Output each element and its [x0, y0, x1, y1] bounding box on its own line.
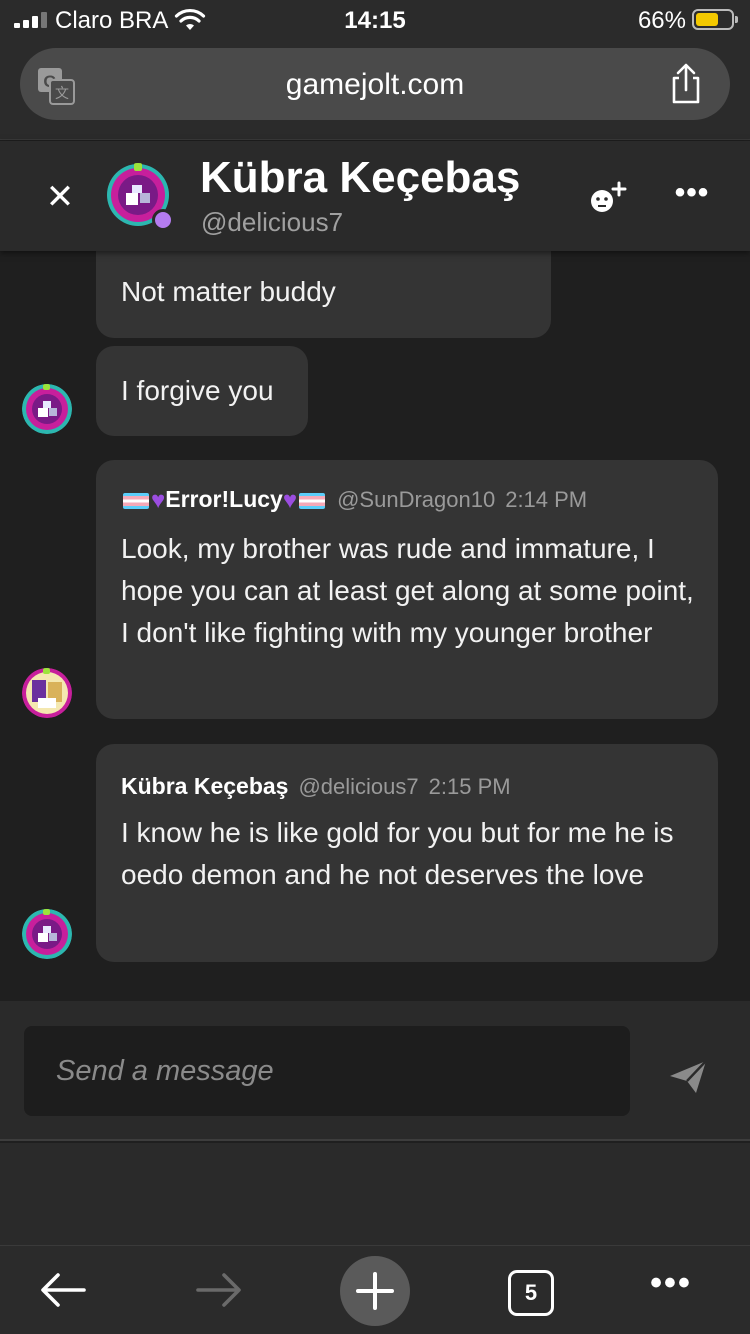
status-bar: Claro BRA 14:15 66%: [0, 0, 750, 40]
message-input[interactable]: [24, 1026, 630, 1116]
avatar[interactable]: [22, 384, 72, 434]
forward-arrow-icon[interactable]: [194, 1270, 244, 1310]
message-author[interactable]: Error!Lucy: [165, 486, 283, 512]
battery-percent: 66%: [637, 7, 686, 34]
more-options-button[interactable]: •••: [672, 178, 712, 215]
browser-toolbar: 5 •••: [0, 1245, 750, 1334]
send-icon[interactable]: [668, 1059, 708, 1095]
message-bubble: ♥Error!Lucy♥ @SunDragon10 2:14 PM Look, my…: [96, 460, 718, 719]
avatar[interactable]: [22, 668, 72, 718]
address-bar[interactable]: G 文 gamejolt.com: [20, 48, 730, 120]
message-composer: [0, 1001, 750, 1141]
message-handle[interactable]: @SunDragon10: [337, 487, 495, 512]
chat-title: Kübra Keçebaş: [200, 153, 521, 202]
tab-switcher-button[interactable]: 5: [508, 1270, 554, 1316]
plus-icon: [356, 1272, 394, 1310]
browser-address-area: G 文 gamejolt.com: [0, 40, 750, 140]
add-friend-icon[interactable]: [588, 181, 628, 215]
battery-icon: [692, 9, 738, 30]
message-handle[interactable]: @delicious7: [298, 774, 418, 799]
new-tab-button[interactable]: [340, 1256, 410, 1326]
chat-header: ✕ Kübra Keçebaş @delicious7 •••: [0, 141, 750, 251]
message-meta: Kübra Keçebaş @delicious7 2:15 PM: [121, 773, 511, 800]
message-text: Not matter buddy: [121, 276, 336, 307]
url-text: gamejolt.com: [285, 68, 465, 101]
back-arrow-icon[interactable]: [38, 1270, 88, 1310]
page-footer-area: [0, 1143, 750, 1245]
message-text: I know he is like gold for you but for m…: [121, 817, 674, 890]
message-timestamp: 2:14 PM: [505, 487, 588, 512]
close-button[interactable]: ✕: [40, 179, 80, 215]
trans-flag-icon: [299, 493, 326, 510]
more-menu-button[interactable]: •••: [646, 1266, 696, 1308]
message-text: I forgive you: [121, 375, 274, 406]
message-bubble: Not matter buddy: [96, 251, 551, 338]
message-author[interactable]: Kübra Keçebaş: [121, 773, 288, 799]
message-bubble: I forgive you: [96, 346, 308, 436]
purple-heart-icon: ♥: [151, 487, 166, 515]
trans-flag-icon: [123, 493, 149, 510]
message-meta: ♥Error!Lucy♥ @SunDragon10 2:14 PM: [121, 486, 587, 515]
chat-handle: @delicious7: [201, 207, 344, 237]
online-status-indicator: [152, 209, 174, 231]
message-text: Look, my brother was rude and immature, …: [121, 533, 694, 648]
purple-heart-icon: ♥: [282, 487, 298, 515]
message-timestamp: 2:15 PM: [428, 774, 511, 799]
message-bubble: Kübra Keçebaş @delicious7 2:15 PM I know h…: [96, 744, 718, 962]
message-list[interactable]: Not matter buddy I forgive you ♥Error!Lu…: [0, 251, 750, 1001]
share-icon[interactable]: [666, 62, 706, 106]
avatar[interactable]: [22, 909, 72, 959]
